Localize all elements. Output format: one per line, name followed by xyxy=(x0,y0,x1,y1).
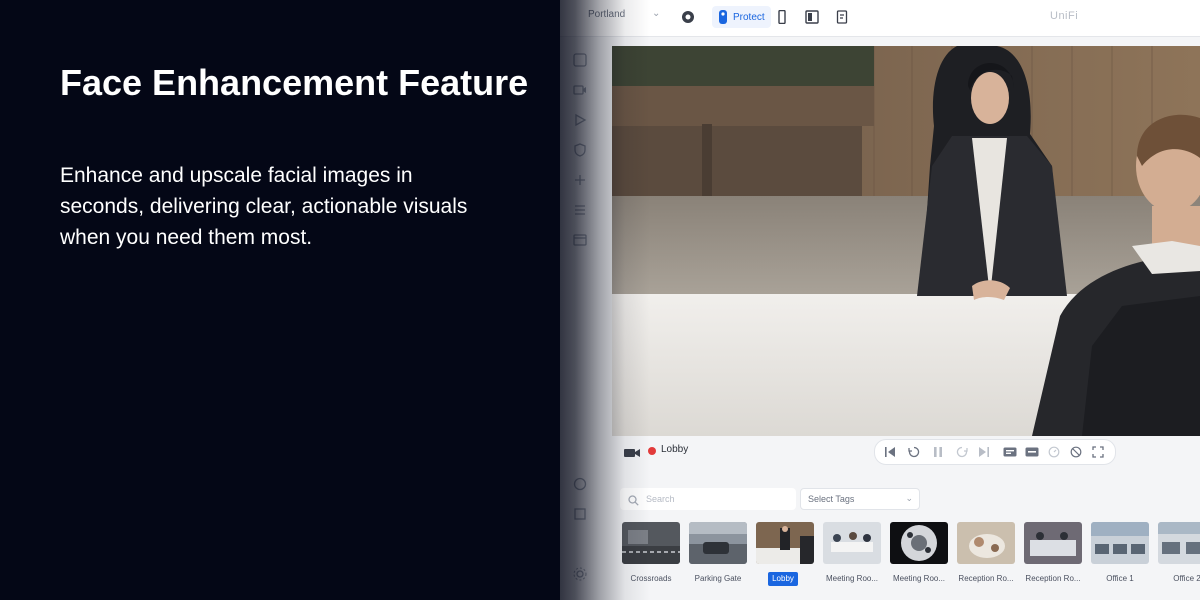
site-selector[interactable]: Portland xyxy=(588,9,625,20)
search-box xyxy=(620,488,796,510)
speed-icon[interactable] xyxy=(1047,445,1061,459)
pause-icon[interactable] xyxy=(931,445,945,459)
sidebar-settings-icon[interactable] xyxy=(572,566,588,582)
sidebar-archive-icon[interactable] xyxy=(572,232,588,248)
sidebar-bottom-icon-2[interactable] xyxy=(572,506,588,522)
tags-select[interactable]: Select Tags ⌄ xyxy=(800,488,920,510)
sidebar-dashboard-icon[interactable] xyxy=(572,52,588,68)
sidebar xyxy=(560,36,606,600)
live-video-feed[interactable] xyxy=(612,46,1200,436)
description-text: Enhance and upscale facial images in sec… xyxy=(60,164,468,249)
camera-name: Lobby xyxy=(661,444,689,455)
headline: Face Enhancement Feature xyxy=(60,62,529,103)
recording-indicator xyxy=(648,447,656,455)
playback-controls xyxy=(874,439,1116,465)
camera-thumbnail-strip: Crossroads Parking Gate Lobby Meeting Ro… xyxy=(612,522,1200,592)
protect-label: Protect xyxy=(733,11,765,23)
mute-icon[interactable] xyxy=(1069,445,1083,459)
thumbnail-label: Lobby xyxy=(768,572,798,586)
promo-banner: Portland ⌄ Protect UniFi Lobby Search Se… xyxy=(0,0,1200,600)
thumbnail-image-parking-gate xyxy=(689,522,747,564)
skip-forward-icon[interactable] xyxy=(977,445,991,459)
thumbnail-image-meeting-room-2 xyxy=(890,522,948,564)
quality-hd-icon[interactable] xyxy=(1003,445,1017,459)
sidebar-ai-icon[interactable] xyxy=(572,172,588,188)
thumbnail-image-office-1 xyxy=(1091,522,1149,564)
thumbnail-label: Crossroads xyxy=(630,574,672,583)
rewind-icon[interactable] xyxy=(907,445,921,459)
sidebar-bottom-icon-1[interactable] xyxy=(572,476,588,492)
protect-app-tab[interactable]: Protect xyxy=(712,6,771,28)
thumbnail-image-reception-room-2 xyxy=(1024,522,1082,564)
thumbnail-image-meeting-room-1 xyxy=(823,522,881,564)
chevron-down-icon[interactable]: ⌄ xyxy=(652,8,660,19)
filter-bar: Select Tags ⌄ xyxy=(612,484,1200,514)
top-bar: Portland ⌄ Protect UniFi xyxy=(560,0,1200,37)
thumbnail-image-crossroads xyxy=(622,522,680,564)
video-frame-illustration xyxy=(612,46,1200,436)
subtitles-icon[interactable] xyxy=(1025,445,1039,459)
network-app-icon[interactable] xyxy=(680,9,696,25)
tags-select-label: Select Tags xyxy=(808,494,855,504)
thumbnail-image-reception-room-1 xyxy=(957,522,1015,564)
talk-app-icon[interactable] xyxy=(804,9,820,25)
protect-app-screenshot: Portland ⌄ Protect UniFi Lobby Search Se… xyxy=(560,0,1200,600)
protect-icon xyxy=(719,10,727,24)
video-controls-bar: Lobby xyxy=(612,436,1200,468)
brand-wordmark: UniFi xyxy=(1050,10,1079,22)
thumbnail-image-lobby xyxy=(756,522,814,564)
fullscreen-icon[interactable] xyxy=(1091,445,1105,459)
thumbnail-label: Parking Gate xyxy=(694,574,742,583)
sidebar-play-icon[interactable] xyxy=(572,112,588,128)
camera-icon xyxy=(624,446,640,464)
thumbnail-label: Meeting Roo... xyxy=(825,574,879,583)
thumbnail-image-office-2 xyxy=(1158,522,1200,564)
search-icon xyxy=(628,493,639,511)
sidebar-list-icon[interactable] xyxy=(572,202,588,218)
forward-icon[interactable] xyxy=(955,445,969,459)
thumbnail-label: Office 2 xyxy=(1173,574,1200,583)
sidebar-cameras-icon[interactable] xyxy=(572,82,588,98)
search-input[interactable] xyxy=(646,491,786,507)
sidebar-shield-icon[interactable] xyxy=(572,142,588,158)
connect-app-icon[interactable] xyxy=(834,9,850,25)
thumbnail-label: Reception Ro... xyxy=(1025,574,1081,583)
thumbnail-label: Office 1 xyxy=(1106,574,1134,583)
thumbnail-label: Reception Ro... xyxy=(958,574,1014,583)
skip-back-icon[interactable] xyxy=(883,445,897,459)
access-app-icon[interactable] xyxy=(774,9,790,25)
chevron-down-icon: ⌄ xyxy=(905,493,913,503)
thumbnail-label: Meeting Roo... xyxy=(892,574,946,583)
